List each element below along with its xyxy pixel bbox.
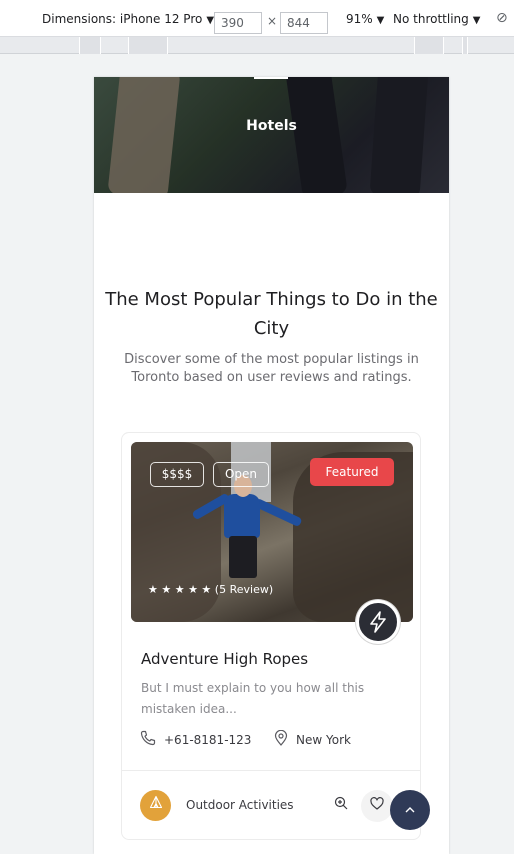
times-symbol: ×	[267, 14, 278, 28]
zoom-icon[interactable]	[325, 790, 357, 822]
ruler-segment[interactable]	[414, 37, 444, 54]
device-selector[interactable]: Dimensions: iPhone 12 Pro ▼	[42, 12, 214, 26]
tent-icon[interactable]	[140, 790, 171, 821]
section-subtitle: Discover some of the most popular listin…	[124, 352, 419, 385]
listing-title[interactable]: Adventure High Ropes	[141, 650, 308, 668]
bolt-icon[interactable]	[356, 600, 400, 644]
height-input[interactable]: 844	[280, 12, 328, 34]
phone-number: +61-8181-123	[164, 733, 252, 747]
ruler-segment[interactable]	[79, 37, 101, 54]
listing-card[interactable]: $$$$ Open Featured ★ ★ ★ ★ ★ (5 Review) …	[121, 432, 421, 840]
status-badge: Open	[213, 462, 269, 487]
location-label: New York	[296, 733, 351, 747]
ruler-segment[interactable]	[128, 37, 168, 54]
hero-banner: Hotels	[94, 77, 449, 193]
chevron-down-icon: ▼	[472, 15, 481, 26]
devtools-toolbar: Dimensions: iPhone 12 Pro ▼ 390 × 844 91%…	[0, 0, 514, 37]
hero-image-shape	[369, 77, 429, 193]
slider-indicator[interactable]	[254, 77, 288, 79]
rotate-icon[interactable]: ⊘	[496, 10, 508, 26]
heart-icon[interactable]	[361, 790, 393, 822]
zoom-selector[interactable]: 91% ▼	[346, 12, 384, 26]
media-query-ruler	[0, 37, 514, 54]
hero-title[interactable]: Hotels	[94, 118, 449, 134]
hero-image-shape	[107, 77, 181, 193]
image-shape	[229, 536, 257, 578]
chevron-up-icon[interactable]	[390, 790, 430, 830]
listing-phone[interactable]: +61-8181-123	[140, 730, 251, 750]
chevron-down-icon: ▼	[376, 15, 385, 26]
device-viewport: Hotels The Most Popular Things to Do in …	[94, 77, 449, 854]
price-badge: $$$$	[150, 462, 204, 487]
width-input[interactable]: 390	[214, 12, 262, 34]
review-count: (5 Review)	[214, 583, 274, 596]
listing-location[interactable]: New York	[274, 729, 351, 750]
zoom-label: 91%	[346, 12, 373, 26]
rating: ★ ★ ★ ★ ★ (5 Review)	[148, 583, 273, 596]
phone-icon	[140, 730, 156, 750]
hero-image-shape	[285, 77, 348, 193]
listing-image[interactable]: $$$$ Open Featured ★ ★ ★ ★ ★ (5 Review)	[131, 442, 413, 622]
map-pin-icon	[274, 729, 288, 750]
throttling-label: No throttling	[393, 12, 469, 26]
device-label: Dimensions: iPhone 12 Pro	[42, 12, 203, 26]
featured-badge: Featured	[310, 458, 394, 486]
star-rating-icons: ★ ★ ★ ★ ★	[148, 583, 212, 596]
listing-description: But I must explain to you how all this m…	[141, 681, 365, 716]
category-label[interactable]: Outdoor Activities	[186, 798, 294, 812]
listing-footer: Outdoor Activities	[122, 770, 420, 840]
throttling-selector[interactable]: No throttling ▼	[393, 12, 480, 26]
ruler-segment[interactable]	[462, 37, 468, 54]
image-shape	[224, 494, 260, 538]
section-title: The Most Popular Things to Do in the Cit…	[105, 289, 438, 339]
chevron-down-icon: ▼	[206, 15, 215, 26]
